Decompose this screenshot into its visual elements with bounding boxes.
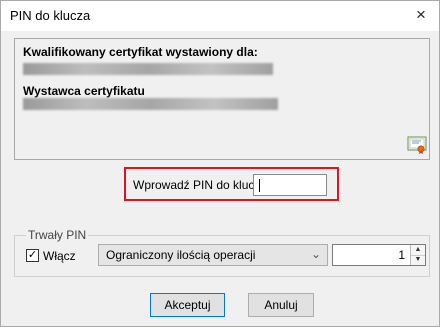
spinner-buttons: ▲ ▼ [410,245,425,265]
cancel-button[interactable]: Anuluj [248,293,314,317]
certificate-info-panel: Kwalifikowany certyfikat wystawiony dla:… [14,38,430,160]
pin-label: Wprowadź PIN do klucza [133,178,268,192]
enable-checkbox-label[interactable]: Włącz [43,249,76,263]
text-caret [259,179,260,192]
persistent-pin-group-label: Trwały PIN [26,228,89,242]
pin-mode-selected: Ograniczony ilością operacji [106,248,256,262]
issued-for-label: Kwalifikowany certyfikat wystawiony dla: [23,45,258,59]
enable-checkbox[interactable]: ✓ [26,249,39,262]
operation-count-spinner[interactable]: 1 ▲ ▼ [332,244,426,266]
close-button[interactable]: × [409,4,433,26]
redacted-issuer [23,98,278,110]
pin-input[interactable] [253,174,327,196]
title-bar: PIN do klucza × [1,1,439,31]
operation-count-value: 1 [398,248,405,262]
issuer-label: Wystawca certyfikatu [23,84,145,98]
checkmark-icon: ✓ [27,249,38,261]
accept-button[interactable]: Akceptuj [150,293,225,317]
pin-dialog: PIN do klucza × Kwalifikowany certyfikat… [0,0,440,327]
chevron-down-icon: ⌄ [310,247,321,261]
certificate-icon[interactable] [407,136,427,154]
redacted-subject [23,63,273,75]
window-title: PIN do klucza [10,8,91,23]
pin-mode-dropdown[interactable]: Ograniczony ilością operacji ⌄ [98,244,328,266]
spin-down-icon[interactable]: ▼ [411,255,425,265]
